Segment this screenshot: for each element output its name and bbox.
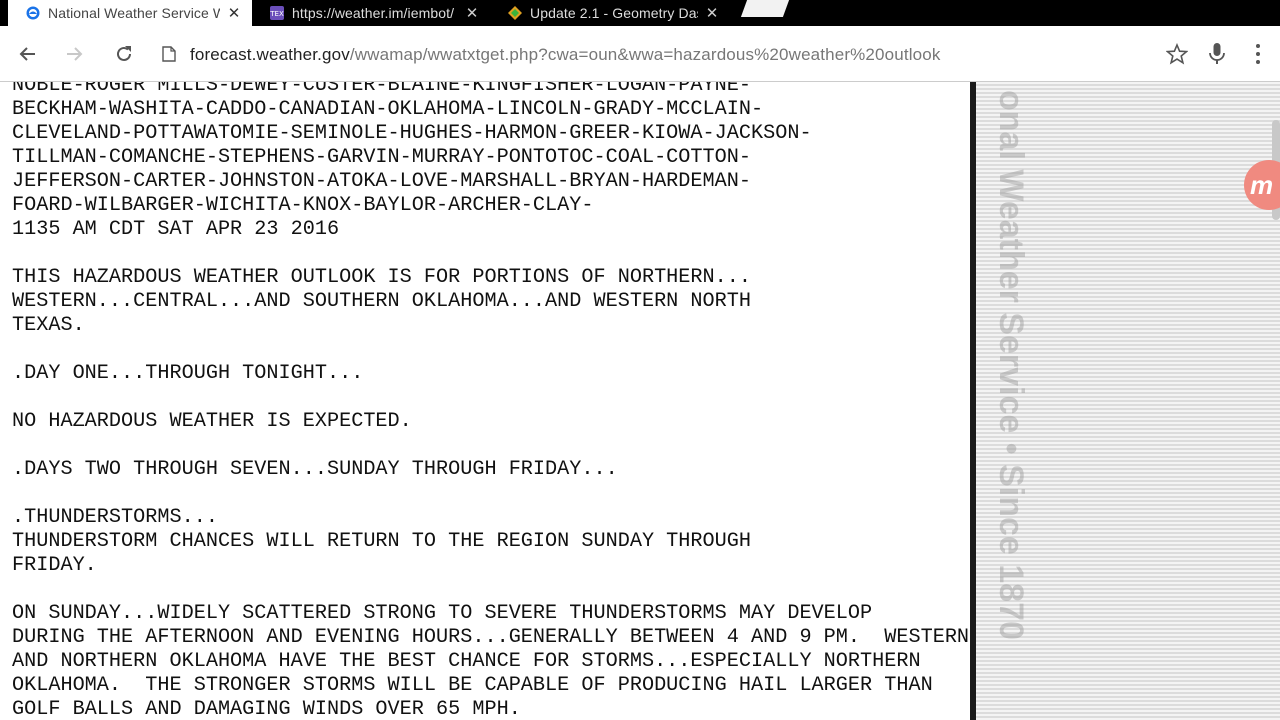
microphone-icon[interactable] xyxy=(1208,42,1226,66)
text-line: AND NORTHERN OKLAHOMA HAVE THE BEST CHAN… xyxy=(12,650,921,673)
url-text[interactable]: forecast.weather.gov/wwamap/wwatxtget.ph… xyxy=(190,45,941,65)
tab-title: Update 2.1 - Geometry Dash xyxy=(530,5,698,21)
url-host: forecast.weather.gov xyxy=(190,45,350,64)
text-line: .THUNDERSTORMS... xyxy=(12,506,218,529)
page-content: NOBLE-ROGER MILLS-DEWEY-CUSTER-BLAINE-KI… xyxy=(0,82,1280,720)
text-line: THUNDERSTORM CHANCES WILL RETURN TO THE … xyxy=(12,530,751,553)
tab-geometry-dash[interactable]: Update 2.1 - Geometry Dash ✕ xyxy=(490,0,730,26)
tab-weather-im[interactable]: TEX https://weather.im/iembot/ ✕ xyxy=(252,0,490,26)
forward-button[interactable] xyxy=(60,40,88,68)
menu-kebab-icon[interactable] xyxy=(1248,42,1268,66)
badge-letter: m xyxy=(1250,169,1274,200)
text-line: TILLMAN-COMANCHE-STEPHENS-GARVIN-MURRAY-… xyxy=(12,146,751,169)
noaa-icon xyxy=(26,6,40,20)
text-line: NOBLE-ROGER MILLS-DEWEY-CUSTER-BLAINE-KI… xyxy=(12,82,751,97)
svg-text:TEX: TEX xyxy=(270,10,284,18)
close-tab-icon[interactable]: ✕ xyxy=(226,6,242,21)
address-bar[interactable]: forecast.weather.gov/wwamap/wwatxtget.ph… xyxy=(150,34,1235,74)
tab-strip: National Weather Service W ✕ TEX https:/… xyxy=(0,0,1280,26)
text-line: GOLF BALLS AND DAMAGING WINDS OVER 65 MP… xyxy=(12,698,521,720)
text-line: BECKHAM-WASHITA-CADDO-CANADIAN-OKLAHOMA-… xyxy=(12,98,764,121)
text-line: ON SUNDAY...WIDELY SCATTERED STRONG TO S… xyxy=(12,602,873,625)
text-line: OKLAHOMA. THE STRONGER STORMS WILL BE CA… xyxy=(12,674,933,697)
reload-button[interactable] xyxy=(110,40,138,68)
watermark-text: onal Weather Service • Since 1870 xyxy=(992,90,1030,640)
reload-icon xyxy=(117,46,131,61)
text-line: CLEVELAND-POTTAWATOMIE-SEMINOLE-HUGHES-H… xyxy=(12,122,812,145)
close-tab-icon[interactable]: ✕ xyxy=(464,6,480,21)
forward-arrow-icon xyxy=(67,47,83,61)
tex-icon: TEX xyxy=(270,6,284,20)
text-line: THIS HAZARDOUS WEATHER OUTLOOK IS FOR PO… xyxy=(12,266,751,289)
text-line: JEFFERSON-CARTER-JOHNSTON-ATOKA-LOVE-MAR… xyxy=(12,170,751,193)
browser-toolbar: forecast.weather.gov/wwamap/wwatxtget.ph… xyxy=(0,26,1280,82)
back-arrow-icon xyxy=(19,47,35,61)
back-button[interactable] xyxy=(14,40,42,68)
text-line: 1135 AM CDT SAT APR 23 2016 xyxy=(12,218,340,241)
page-icon xyxy=(162,46,176,62)
close-tab-icon[interactable]: ✕ xyxy=(704,6,720,21)
diamond-icon xyxy=(508,6,522,20)
text-line: FRIDAY. xyxy=(12,554,97,577)
tab-national-weather-service[interactable]: National Weather Service W ✕ xyxy=(8,0,252,26)
text-line: NO HAZARDOUS WEATHER IS EXPECTED. xyxy=(12,410,412,433)
text-line: .DAYS TWO THROUGH SEVEN...SUNDAY THROUGH… xyxy=(12,458,618,481)
forecast-text: NOBLE-ROGER MILLS-DEWEY-CUSTER-BLAINE-KI… xyxy=(12,82,1012,720)
text-line: FOARD-WILBARGER-WICHITA-KNOX-BAYLOR-ARCH… xyxy=(12,194,594,217)
bookmark-star-icon[interactable] xyxy=(1166,43,1188,65)
text-line: TEXAS. xyxy=(12,314,85,337)
tab-title: https://weather.im/iembot/ xyxy=(292,5,455,21)
url-path: /wwamap/wwatxtget.php?cwa=oun&wwa=hazard… xyxy=(349,45,941,64)
text-line: WESTERN...CENTRAL...AND SOUTHERN OKLAHOM… xyxy=(12,290,751,313)
text-line: DURING THE AFTERNOON AND EVENING HOURS..… xyxy=(12,626,970,649)
tab-title: National Weather Service W xyxy=(48,5,220,21)
text-line: .DAY ONE...THROUGH TONIGHT... xyxy=(12,362,364,385)
new-tab-button[interactable] xyxy=(740,0,790,17)
